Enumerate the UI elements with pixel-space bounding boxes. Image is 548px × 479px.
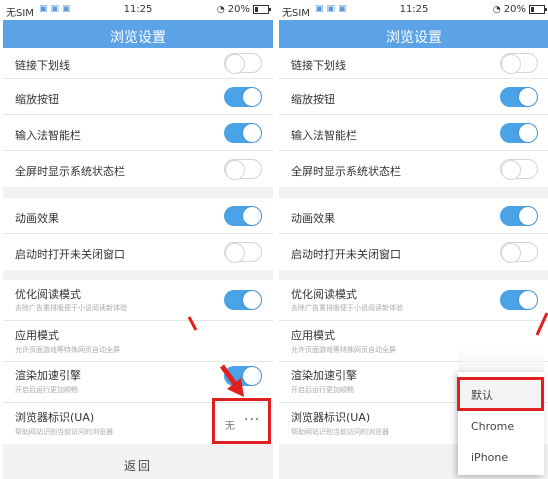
setting-row-zoom-buttons[interactable]: 缩放按钮 (3, 79, 273, 115)
fullscreen-status-toggle[interactable] (500, 159, 538, 180)
setting-row-fullscreen-status[interactable]: 全屏时显示系统状态栏 (279, 151, 548, 187)
zoom-buttons-toggle[interactable] (500, 87, 538, 107)
setting-row-animation[interactable]: 动画效果 (279, 198, 548, 234)
setting-description: 允许页面游戏等特殊网页自动全屏 (15, 346, 120, 354)
zoom-buttons-toggle[interactable] (224, 87, 262, 107)
setting-row-zoom-buttons[interactable]: 缩放按钮 (279, 79, 548, 115)
fullscreen-status-toggle[interactable] (224, 159, 262, 180)
setting-row-reading-mode[interactable]: 优化阅读模式 去除广告重排版便于小说阅读新体验 (279, 280, 548, 321)
setting-row-ime-bar[interactable]: 输入法智能栏 (3, 115, 273, 151)
setting-row-link-underline[interactable]: 链接下划线 (3, 48, 273, 79)
battery-icon (529, 5, 547, 14)
wifi-icon: ◔ (492, 4, 501, 15)
battery-icon (253, 5, 271, 14)
status-bar: 无SIM ▣▣▣ 11:25 ◔ 20% (3, 0, 273, 20)
setting-label: 渲染加速引擎 (15, 369, 81, 382)
phone-screen-left: 无SIM ▣▣▣ 11:25 ◔ 20% 浏览设置 链接下划线 缩放按钮 输入法… (3, 0, 273, 479)
setting-row-restore-windows[interactable]: 启动时打开未关闭窗口 (279, 234, 548, 270)
status-right: ◔ 20% (492, 4, 547, 15)
reading-mode-toggle[interactable] (224, 290, 262, 310)
restore-windows-toggle[interactable] (224, 242, 262, 263)
menu-fade (458, 348, 544, 372)
setting-label: 动画效果 (15, 212, 59, 225)
setting-description: 允许页面游戏等特殊网页自动全屏 (291, 346, 396, 354)
animation-toggle[interactable] (224, 206, 262, 226)
settings-group-1: 链接下划线 缩放按钮 输入法智能栏 全屏时显示系统状态栏 (279, 48, 548, 187)
status-bar: 无SIM ▣▣▣ 11:25 ◔ 20% (279, 0, 548, 20)
setting-label: 应用模式 (291, 329, 335, 342)
setting-row-app-mode[interactable]: 应用模式 允许页面游戏等特殊网页自动全屏 (3, 321, 273, 362)
setting-label: 浏览器标识(UA) (291, 411, 371, 424)
setting-label: 启动时打开未关闭窗口 (15, 248, 125, 261)
highlight-box (212, 398, 271, 444)
setting-row-link-underline[interactable]: 链接下划线 (279, 48, 548, 79)
setting-description: 帮助网站识别当前访问的浏览器 (291, 428, 389, 436)
setting-label: 链接下划线 (291, 59, 346, 72)
setting-label: 渲染加速引擎 (291, 369, 357, 382)
settings-group-2: 动画效果 启动时打开未关闭窗口 (279, 198, 548, 270)
setting-label: 动画效果 (291, 212, 335, 225)
setting-label: 输入法智能栏 (291, 129, 357, 142)
settings-group-2: 动画效果 启动时打开未关闭窗口 (3, 198, 273, 270)
ime-bar-toggle[interactable] (224, 123, 262, 143)
restore-windows-toggle[interactable] (500, 242, 538, 263)
link-underline-toggle[interactable] (224, 53, 262, 74)
setting-label: 应用模式 (15, 329, 59, 342)
setting-row-animation[interactable]: 动画效果 (3, 198, 273, 234)
setting-description: 开启后运行更加顺畅 (15, 386, 78, 394)
setting-label: 优化阅读模式 (291, 288, 357, 301)
setting-label: 链接下划线 (15, 59, 70, 72)
battery-percent: 20% (503, 4, 526, 15)
back-button[interactable]: 返回 (3, 457, 273, 474)
setting-label: 缩放按钮 (15, 93, 59, 106)
setting-label: 缩放按钮 (291, 93, 335, 106)
setting-row-restore-windows[interactable]: 启动时打开未关闭窗口 (3, 234, 273, 270)
setting-description: 开启后运行更加顺畅 (291, 386, 354, 394)
setting-label: 优化阅读模式 (15, 288, 81, 301)
ua-option-chrome[interactable]: Chrome (458, 411, 544, 442)
setting-row-ime-bar[interactable]: 输入法智能栏 (279, 115, 548, 151)
setting-row-fullscreen-status[interactable]: 全屏时显示系统状态栏 (3, 151, 273, 187)
setting-description: 去除广告重排版便于小说阅读新体验 (291, 304, 403, 312)
setting-label: 全屏时显示系统状态栏 (15, 165, 125, 178)
ime-bar-toggle[interactable] (500, 123, 538, 143)
setting-label: 输入法智能栏 (15, 129, 81, 142)
battery-percent: 20% (227, 4, 250, 15)
setting-row-reading-mode[interactable]: 优化阅读模式 去除广告重排版便于小说阅读新体验 (3, 280, 273, 321)
setting-row-render-engine[interactable]: 渲染加速引擎 开启后运行更加顺畅 (3, 362, 273, 403)
ua-option-iphone[interactable]: iPhone (458, 442, 544, 473)
settings-group-1: 链接下划线 缩放按钮 输入法智能栏 全屏时显示系统状态栏 (3, 48, 273, 187)
reading-mode-toggle[interactable] (500, 290, 538, 310)
render-engine-toggle[interactable] (224, 366, 262, 386)
setting-label: 全屏时显示系统状态栏 (291, 165, 401, 178)
setting-description: 去除广告重排版便于小说阅读新体验 (15, 304, 127, 312)
highlight-box-menu (457, 377, 544, 411)
wifi-icon: ◔ (216, 4, 225, 15)
link-underline-toggle[interactable] (500, 53, 538, 74)
setting-label: 启动时打开未关闭窗口 (291, 248, 401, 261)
animation-toggle[interactable] (500, 206, 538, 226)
status-right: ◔ 20% (216, 4, 271, 15)
setting-description: 帮助网站识别当前访问的浏览器 (15, 428, 113, 436)
setting-label: 浏览器标识(UA) (15, 411, 95, 424)
